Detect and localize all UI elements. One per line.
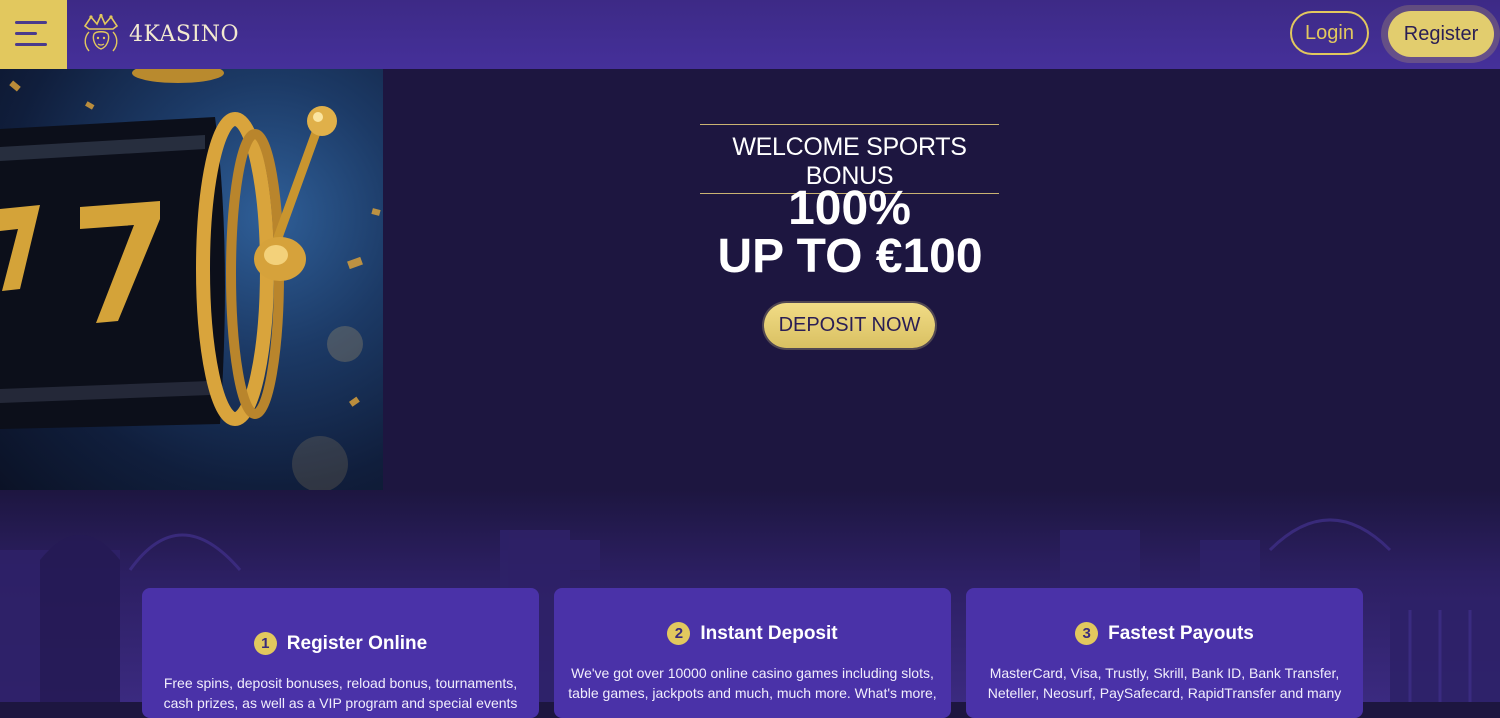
logo-text: 4KASINO <box>129 21 239 47</box>
step-number-badge: 3 <box>1075 622 1099 645</box>
top-header: 4KASINO Login Register <box>0 0 1500 69</box>
slot-machine-image <box>0 69 383 490</box>
hamburger-menu-button[interactable] <box>0 0 67 69</box>
menu-line-icon <box>15 32 37 35</box>
hero-percentage: 100% <box>788 182 911 235</box>
feature-description: MasterCard, Visa, Trustly, Skrill, Bank … <box>987 665 1342 701</box>
register-button[interactable]: Register <box>1388 11 1494 57</box>
feature-card-deposit: 2 Instant Deposit We've got over 10000 o… <box>554 588 951 718</box>
login-button[interactable]: Login <box>1290 11 1369 55</box>
site-logo[interactable]: 4KASINO <box>79 14 239 54</box>
feature-card-register: 1 Register Online Free spins, deposit bo… <box>142 588 539 718</box>
feature-title: 2 Instant Deposit <box>554 622 951 645</box>
feature-card-payouts: 3 Fastest Payouts MasterCard, Visa, Trus… <box>966 588 1363 718</box>
deposit-now-button[interactable]: DEPOSIT NOW <box>764 303 935 348</box>
hero-amount: UP TO €100 <box>717 230 983 283</box>
step-number-badge: 1 <box>253 632 277 655</box>
menu-line-icon <box>15 43 47 46</box>
step-number-badge: 2 <box>667 622 691 645</box>
feature-title-text: Register Online <box>286 632 428 654</box>
feature-description: We've got over 10000 online casino games… <box>568 665 937 701</box>
feature-title: 3 Fastest Payouts <box>966 622 1363 645</box>
feature-title-text: Fastest Payouts <box>1108 622 1254 644</box>
menu-line-icon <box>15 21 47 24</box>
feature-title-text: Instant Deposit <box>700 622 838 644</box>
crown-lion-icon <box>83 14 119 52</box>
feature-description: Free spins, deposit bonuses, reload bonu… <box>163 675 518 711</box>
feature-title: 1 Register Online <box>142 632 539 655</box>
